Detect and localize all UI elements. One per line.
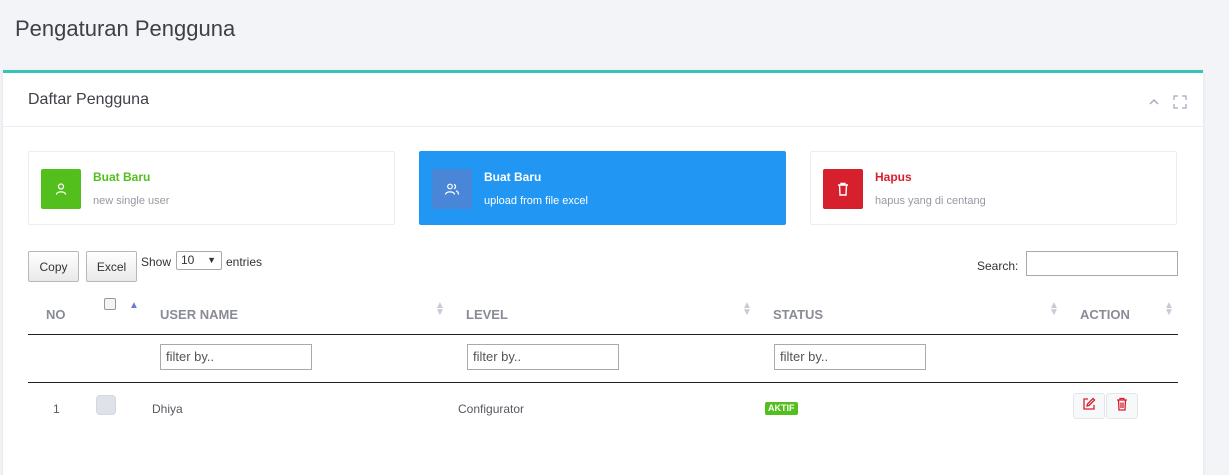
show-label: Show: [141, 255, 172, 269]
row-checkbox[interactable]: [96, 395, 116, 415]
sort-icon[interactable]: ▲ ▼: [742, 301, 752, 318]
create-user-title: Buat Baru: [93, 170, 151, 184]
column-header-username[interactable]: USER NAME: [160, 307, 238, 322]
edit-icon: [1082, 397, 1096, 416]
portlet-head: Daftar Pengguna: [3, 73, 1203, 127]
filter-username-input[interactable]: filter by..: [160, 344, 312, 370]
chevron-up-icon[interactable]: [1147, 95, 1161, 109]
upload-excel-subtitle: upload from file excel: [484, 195, 588, 207]
sort-icon[interactable]: ▲ ▼: [435, 301, 445, 318]
upload-excel-title: Buat Baru: [484, 170, 542, 184]
user-list-portlet: Daftar Pengguna Buat Baru new single use…: [3, 70, 1203, 475]
create-user-subtitle: new single user: [93, 195, 170, 207]
header-divider: [28, 334, 1178, 335]
column-header-action[interactable]: ACTION: [1080, 307, 1130, 322]
row-level: Configurator: [458, 402, 525, 416]
row-no: 1: [53, 402, 60, 416]
portlet-title: Daftar Pengguna: [28, 91, 149, 108]
delete-users-title: Hapus: [875, 170, 912, 184]
sort-asc-icon[interactable]: ▲: [129, 301, 139, 311]
portlet-tools: [1147, 95, 1187, 109]
filter-level-input[interactable]: filter by..: [467, 344, 619, 370]
user-icon: [41, 169, 81, 209]
delete-users-subtitle: hapus yang di centang: [875, 195, 986, 207]
entries-select[interactable]: 10 ▼: [176, 251, 222, 270]
caret-down-icon: ▼: [207, 255, 216, 265]
delete-button[interactable]: [1106, 393, 1138, 419]
sort-icon[interactable]: ▲ ▼: [1049, 301, 1059, 318]
trash-icon: [1116, 397, 1128, 416]
delete-users-card[interactable]: Hapus hapus yang di centang: [810, 151, 1177, 225]
users-icon: [432, 169, 472, 209]
fullscreen-icon[interactable]: [1173, 95, 1187, 109]
entries-label: entries: [226, 255, 263, 269]
entries-value: 10: [181, 253, 195, 267]
excel-button[interactable]: Excel: [86, 251, 137, 282]
search-input[interactable]: [1026, 251, 1178, 276]
edit-button[interactable]: [1073, 393, 1105, 419]
column-header-status[interactable]: STATUS: [773, 307, 823, 322]
filter-divider: [28, 382, 1178, 383]
page-title: Pengaturan Pengguna: [15, 16, 236, 41]
upload-excel-card[interactable]: Buat Baru upload from file excel: [419, 151, 786, 225]
select-all-checkbox[interactable]: [104, 298, 116, 310]
sort-icon[interactable]: ▲ ▼: [1164, 301, 1174, 318]
search-label: Search:: [977, 259, 1019, 273]
copy-button[interactable]: Copy: [28, 251, 79, 282]
trash-icon: [823, 169, 863, 209]
filter-status-input[interactable]: filter by..: [774, 344, 926, 370]
status-badge: AKTIF: [765, 402, 798, 415]
column-header-level[interactable]: LEVEL: [466, 307, 508, 322]
column-header-no[interactable]: NO: [46, 307, 66, 322]
row-username: Dhiya: [152, 402, 183, 416]
create-user-card[interactable]: Buat Baru new single user: [28, 151, 395, 225]
